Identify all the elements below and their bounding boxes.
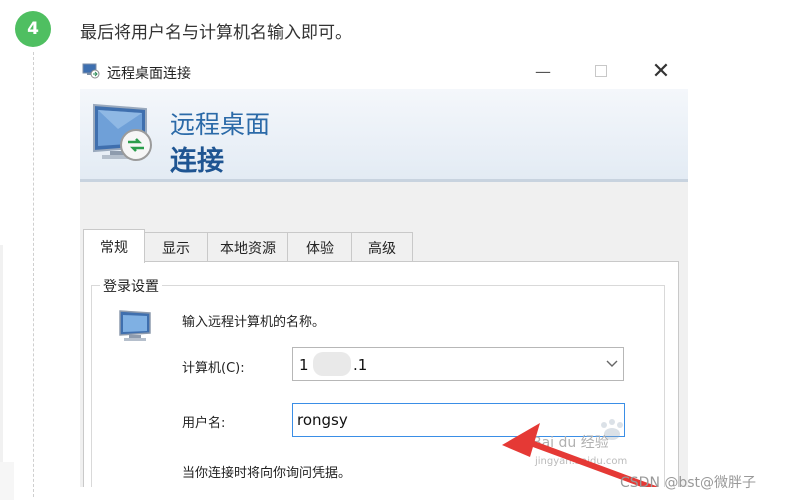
username-label: 用户名: — [182, 416, 226, 431]
step-instruction: 最后将用户名与计算机名输入即可。 — [80, 23, 352, 43]
left-gutter — [0, 245, 3, 465]
footer-credit: CSDN @bst@微胖子 — [620, 475, 757, 491]
maximize-icon — [595, 65, 607, 77]
step-number-badge: 4 — [15, 11, 51, 47]
minimize-button[interactable]: — — [528, 59, 558, 83]
computer-value-suffix: .1 — [353, 356, 368, 374]
computer-icon — [119, 310, 151, 341]
step-connector-line — [33, 52, 34, 497]
left-gutter-bottom — [0, 462, 14, 500]
credentials-hint: 当你连接时将向你询问凭据。 — [182, 466, 352, 481]
close-button[interactable]: ✕ — [646, 59, 676, 84]
window-titlebar: 远程桌面连接 — ✕ — [80, 55, 688, 89]
prompt-text: 输入远程计算机的名称。 — [182, 315, 326, 330]
chevron-down-icon[interactable] — [605, 356, 619, 370]
remote-desktop-window: 远程桌面连接 — ✕ 远程桌面 连接 常规 显示 本地资源 体验 高级 登录设置… — [80, 55, 688, 487]
maximize-button[interactable] — [586, 59, 616, 83]
tab-display[interactable]: 显示 — [143, 232, 209, 262]
tab-local-resources[interactable]: 本地资源 — [207, 232, 289, 262]
computer-label: 计算机(C): — [182, 361, 245, 376]
redacted-blur — [313, 352, 351, 376]
tab-general[interactable]: 常规 — [83, 229, 145, 263]
window-title: 远程桌面连接 — [107, 66, 191, 82]
banner: 远程桌面 连接 — [80, 89, 688, 179]
computer-combobox[interactable]: 1 .1 — [292, 347, 624, 381]
remote-desktop-logo-icon — [93, 103, 152, 161]
banner-title-line1: 远程桌面 — [170, 110, 271, 139]
tab-advanced[interactable]: 高级 — [351, 232, 413, 262]
group-title: 登录设置 — [100, 276, 162, 296]
tab-experience[interactable]: 体验 — [287, 232, 353, 262]
computer-value-prefix: 1 — [299, 356, 309, 374]
banner-title-line2: 连接 — [170, 146, 224, 177]
banner-separator — [80, 179, 688, 182]
remote-desktop-icon — [82, 63, 100, 79]
